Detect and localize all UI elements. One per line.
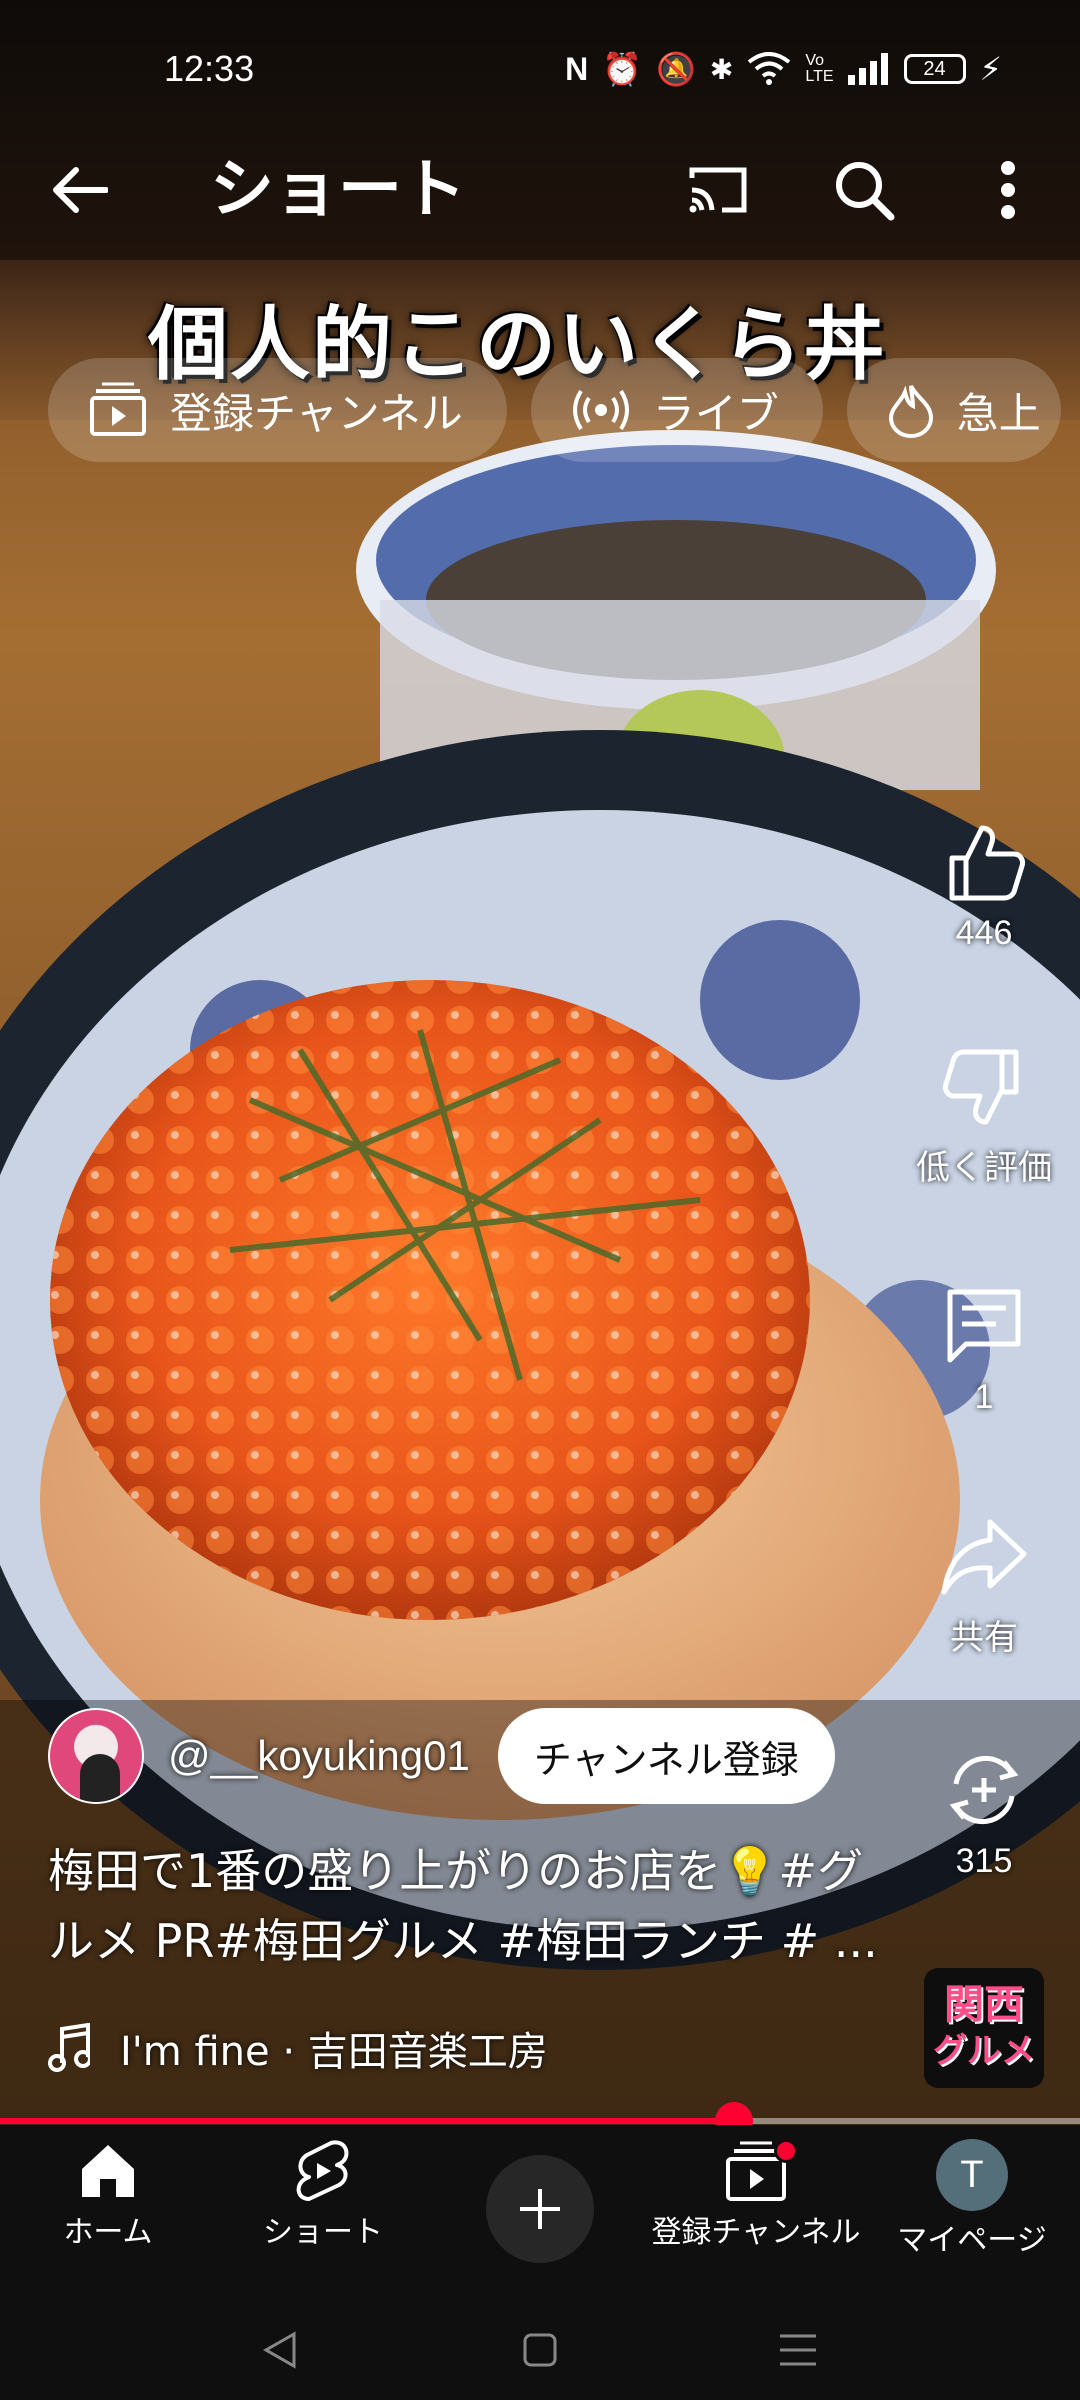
comment-icon: [947, 1289, 1021, 1363]
search-button[interactable]: [822, 150, 906, 230]
subscriptions-icon: [90, 382, 146, 436]
like-button[interactable]: 446: [904, 820, 1064, 953]
video-description[interactable]: 梅田で1番の盛り上がりのお店を💡#グ ルメ PR#梅田グルメ #梅田ランチ # …: [48, 1836, 908, 1976]
nav-label: ショート: [263, 2215, 383, 2250]
nav-shorts[interactable]: ショート: [213, 2139, 433, 2251]
thumb-up-icon: [949, 825, 1025, 901]
like-count: 446: [955, 914, 1013, 952]
description-line-2: ルメ PR#梅田グルメ #梅田ランチ # ...: [48, 1914, 878, 1968]
user-avatar: T: [936, 2139, 1008, 2211]
status-bar: 12:33 N ⏰ 🔕 ✱ Vo LTE 24 ⚡: [0, 0, 1080, 140]
remix-count: 315: [955, 1842, 1013, 1880]
chip-label: 登録チャンネル: [170, 388, 463, 438]
trending-icon: [888, 384, 933, 438]
arrow-back-icon: [53, 167, 108, 213]
nfc-icon: N: [565, 50, 589, 87]
mute-icon: 🔕: [656, 50, 696, 88]
progress-fill: [0, 2118, 735, 2124]
menu-recents-icon: [780, 2334, 816, 2366]
alarm-icon: ⏰: [602, 50, 643, 88]
notification-dot: [774, 2139, 798, 2163]
comment-count: 1: [974, 1378, 994, 1416]
square-home-icon: [523, 2333, 557, 2367]
signal-icon: [847, 53, 888, 85]
system-navigation-bar: [0, 2300, 1080, 2400]
subscriptions-icon-wrap: [724, 2139, 798, 2203]
channel-row: @__koyuking01 チャンネル登録: [48, 1708, 835, 1804]
music-thumb-line-2: グルメ: [933, 2031, 1035, 2071]
create-button[interactable]: [486, 2155, 594, 2263]
live-icon: [572, 389, 629, 431]
add-icon: [520, 2189, 560, 2229]
bottom-navigation: ホーム ショート 登録チャンネル T マイページ: [0, 2125, 1080, 2300]
dislike-button[interactable]: 低く評価: [904, 1046, 1064, 1189]
music-row[interactable]: I'm fine · 吉田音楽工房: [48, 2016, 548, 2080]
chip-subscriptions[interactable]: 登録チャンネル: [48, 358, 507, 462]
dislike-label: 低く評価: [916, 1149, 1052, 1187]
cast-button[interactable]: [676, 150, 760, 230]
remix-button[interactable]: 315: [904, 1748, 1064, 1881]
wifi-icon: [748, 52, 791, 85]
share-button[interactable]: 共有: [904, 1516, 1064, 1659]
nav-mypage[interactable]: T マイページ: [862, 2139, 1080, 2259]
channel-handle[interactable]: @__koyuking01: [168, 1732, 470, 1780]
status-icons: N ⏰ 🔕 ✱ Vo LTE 24 ⚡: [565, 50, 1002, 88]
chip-trending[interactable]: 急上: [846, 358, 1061, 462]
back-button[interactable]: [40, 150, 120, 230]
feed-chips: 登録チャンネル ライブ 急上: [48, 358, 1061, 462]
page-title: ショート: [210, 153, 466, 227]
music-title: I'm fine · 吉田音楽工房: [120, 2029, 548, 2075]
subscribe-button[interactable]: チャンネル登録: [497, 1708, 835, 1804]
battery-icon: 24: [903, 54, 966, 84]
more-options-button[interactable]: [968, 150, 1048, 230]
channel-avatar[interactable]: [48, 1708, 144, 1804]
top-app-bar: ショート: [0, 140, 1080, 240]
music-thumb-line-1: 関西: [944, 1982, 1024, 2028]
video-progress-bar[interactable]: [0, 2102, 1080, 2140]
nav-label: 登録チャンネル: [651, 2215, 861, 2250]
nav-home[interactable]: ホーム: [0, 2139, 218, 2251]
chip-label: 急上: [956, 388, 1041, 438]
comment-button[interactable]: 1: [904, 1284, 1064, 1417]
description-line-1: 梅田で1番の盛り上がりのお店を💡#グ: [48, 1844, 864, 1898]
chip-live[interactable]: ライブ: [530, 358, 823, 462]
status-time: 12:33: [164, 48, 255, 89]
system-home-button[interactable]: [500, 2320, 580, 2380]
thumb-down-icon: [943, 1049, 1019, 1125]
music-note-icon: [48, 2023, 90, 2072]
triangle-back-icon: [262, 2331, 296, 2369]
share-icon: [941, 1519, 1027, 1595]
charging-icon: ⚡: [979, 50, 1002, 88]
more-vert-icon: [1001, 161, 1015, 219]
home-icon: [82, 2145, 134, 2197]
chip-label: ライブ: [652, 388, 779, 438]
nav-label: ホーム: [63, 2215, 153, 2250]
system-recents-button[interactable]: [758, 2320, 838, 2380]
remix-icon: [949, 1755, 1019, 1825]
shorts-icon: [296, 2140, 349, 2201]
cast-icon: [689, 167, 747, 213]
share-label: 共有: [950, 1619, 1018, 1657]
search-icon: [836, 162, 895, 221]
volte-icon: Vo LTE: [805, 52, 834, 85]
nav-label: マイページ: [897, 2223, 1047, 2258]
nav-subscriptions[interactable]: 登録チャンネル: [646, 2139, 866, 2251]
bluetooth-icon: ✱: [709, 52, 734, 86]
system-back-button[interactable]: [240, 2320, 320, 2380]
music-thumbnail[interactable]: 関西 グルメ: [924, 1968, 1044, 2088]
